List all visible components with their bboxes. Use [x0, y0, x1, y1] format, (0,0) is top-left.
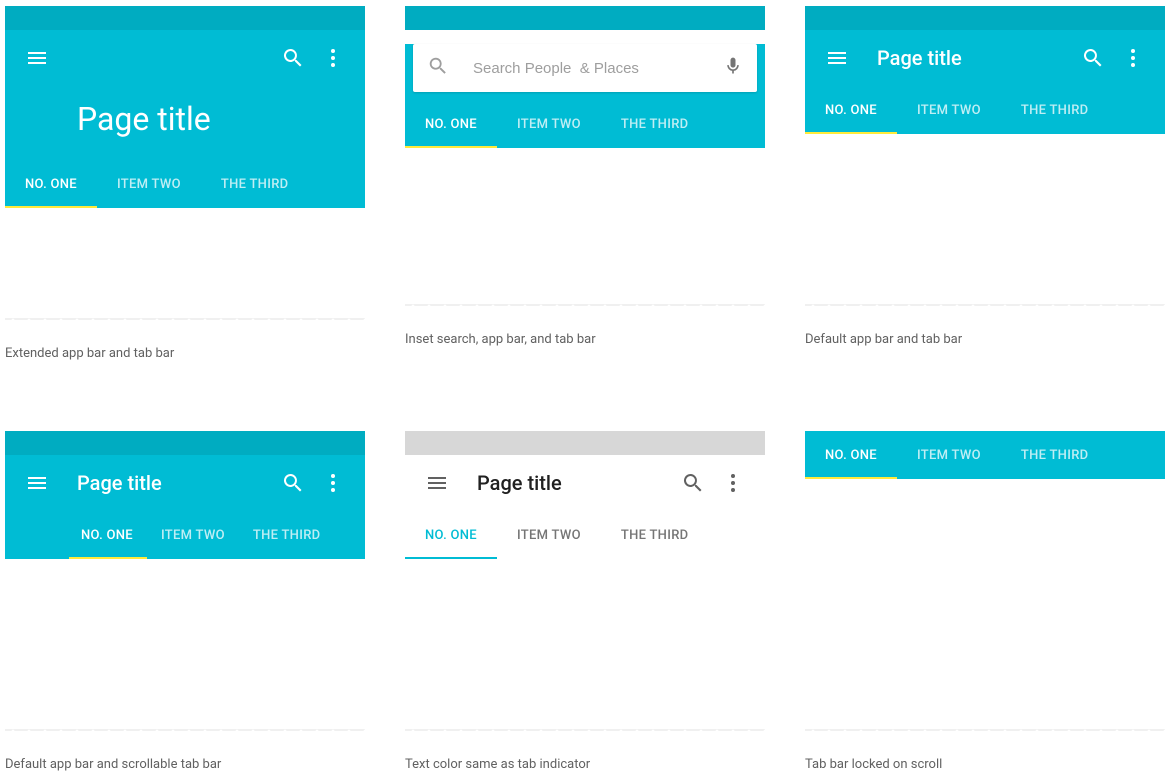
tab-one[interactable]: NO. ONE — [405, 511, 497, 559]
tab-one[interactable]: NO. ONE — [405, 100, 497, 148]
tab-two[interactable]: ITEM TWO — [897, 86, 1001, 134]
app-bar: NO. ONE ITEM TWO THE THIRD — [405, 44, 765, 148]
page-title: Page title — [477, 471, 562, 495]
example-locked-tabs: NO. ONE ITEM TWO THE THIRD Tab bar locke… — [805, 431, 1165, 772]
example-default-appbar: Page title NO. ONE ITEM TWO THE THIRD — [805, 6, 1165, 361]
tab-one[interactable]: NO. ONE — [805, 431, 897, 479]
page-title: Page title — [77, 471, 162, 495]
status-bar — [5, 431, 365, 455]
tab-bar: NO. ONE ITEM TWO THE THIRD — [805, 86, 1165, 134]
tab-one[interactable]: NO. ONE — [5, 160, 97, 208]
tab-two[interactable]: ITEM TWO — [497, 511, 601, 559]
menu-icon[interactable] — [17, 38, 57, 78]
menu-icon[interactable] — [17, 463, 57, 503]
more-icon[interactable] — [1113, 38, 1153, 78]
tab-three[interactable]: THE THIRD — [239, 511, 335, 559]
mic-icon[interactable] — [723, 56, 743, 80]
tab-three[interactable]: THE THIRD — [601, 100, 709, 148]
tab-one[interactable]: NO. ONE — [5, 511, 147, 559]
menu-icon[interactable] — [817, 38, 857, 78]
search-icon[interactable] — [1073, 38, 1113, 78]
content-area — [5, 559, 365, 741]
example-extended-appbar: Page title NO. ONE ITEM TWO THE THIRD Ex… — [5, 6, 365, 361]
content-area — [805, 134, 1165, 316]
tab-bar: NO. ONE ITEM TWO THE THIRD — [405, 100, 765, 148]
search-icon[interactable] — [273, 38, 313, 78]
more-icon[interactable] — [313, 463, 353, 503]
tab-two[interactable]: ITEM TWO — [497, 100, 601, 148]
caption: Default app bar and scrollable tab bar — [5, 757, 365, 772]
app-bar: Page title NO. ONE ITEM TWO THE THIRD — [405, 455, 765, 559]
status-bar — [5, 6, 365, 30]
caption: Extended app bar and tab bar — [5, 346, 365, 361]
tab-three[interactable]: THE THIRD — [201, 160, 309, 208]
status-bar — [405, 6, 765, 30]
app-bar: NO. ONE ITEM TWO THE THIRD — [805, 431, 1165, 479]
example-scrollable-tabs: Page title NO. ONE ITEM TWO THE THIRD — [5, 431, 365, 772]
tab-three[interactable]: THE THIRD — [1001, 86, 1109, 134]
tab-one[interactable]: NO. ONE — [805, 86, 897, 134]
example-light-theme: Page title NO. ONE ITEM TWO THE THIRD — [405, 431, 765, 772]
page-title: Page title — [5, 86, 365, 160]
status-bar — [805, 6, 1165, 30]
tab-two[interactable]: ITEM TWO — [147, 511, 239, 559]
page-title: Page title — [877, 46, 962, 70]
more-icon[interactable] — [313, 38, 353, 78]
tab-two[interactable]: ITEM TWO — [897, 431, 1001, 479]
search-input[interactable] — [473, 60, 723, 77]
search-box[interactable] — [413, 44, 757, 92]
app-bar: Page title NO. ONE ITEM TWO THE THIRD — [805, 30, 1165, 134]
search-icon[interactable] — [673, 463, 713, 503]
example-inset-search: NO. ONE ITEM TWO THE THIRD Inset search,… — [405, 6, 765, 361]
tab-bar: NO. ONE ITEM TWO THE THIRD — [405, 511, 765, 559]
tab-two[interactable]: ITEM TWO — [97, 160, 201, 208]
content-area — [405, 148, 765, 316]
app-bar: Page title NO. ONE ITEM TWO THE THIRD — [5, 30, 365, 208]
tab-bar: NO. ONE ITEM TWO THE THIRD — [805, 431, 1165, 479]
content-area — [805, 479, 1165, 741]
app-bar: Page title NO. ONE ITEM TWO THE THIRD — [5, 455, 365, 559]
caption: Tab bar locked on scroll — [805, 757, 1165, 772]
tab-three[interactable]: THE THIRD — [601, 511, 709, 559]
tab-three[interactable]: THE THIRD — [1001, 431, 1109, 479]
tab-bar: NO. ONE ITEM TWO THE THIRD — [5, 160, 365, 208]
search-icon — [427, 55, 449, 81]
caption: Inset search, app bar, and tab bar — [405, 332, 765, 347]
tab-bar: NO. ONE ITEM TWO THE THIRD — [5, 511, 365, 559]
status-bar — [405, 431, 765, 455]
search-icon[interactable] — [273, 463, 313, 503]
content-area — [5, 208, 365, 330]
caption: Default app bar and tab bar — [805, 332, 1165, 347]
caption: Text color same as tab indicator — [405, 757, 765, 772]
more-icon[interactable] — [713, 463, 753, 503]
menu-icon[interactable] — [417, 463, 457, 503]
content-area — [405, 559, 765, 741]
